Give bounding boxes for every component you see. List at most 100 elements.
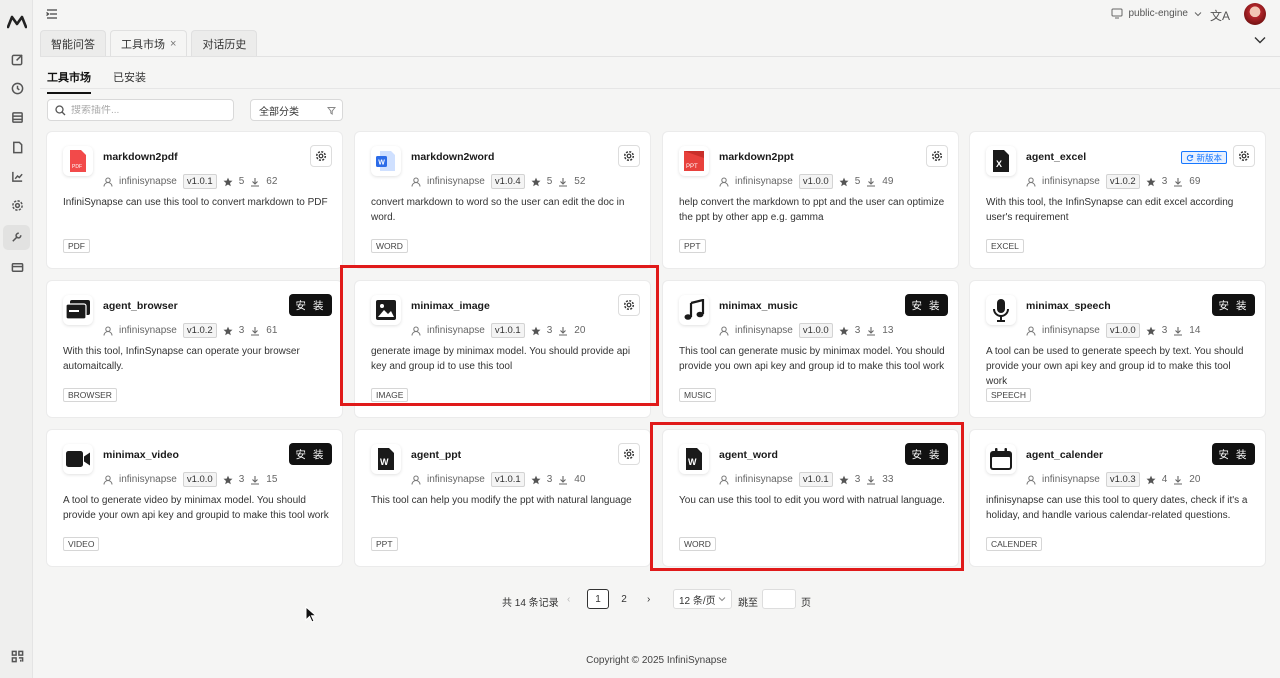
install-button[interactable]: 安 装 — [1212, 443, 1255, 465]
version-badge: v1.0.1 — [182, 174, 217, 189]
version-badge: v1.0.2 — [182, 323, 217, 338]
subtab-installed[interactable]: 已安装 — [113, 69, 146, 94]
tool-name: minimax_speech — [1026, 300, 1111, 312]
page-2-button[interactable]: 2 — [613, 589, 635, 609]
install-button[interactable]: 安 装 — [289, 294, 332, 316]
tab-chat[interactable]: 智能问答 — [40, 30, 106, 56]
avatar[interactable] — [1244, 3, 1266, 25]
page-1-button[interactable]: 1 — [587, 589, 609, 609]
subtab-tool-market[interactable]: 工具市场 — [47, 69, 91, 94]
tool-name: minimax_music — [719, 300, 798, 312]
prev-page-button[interactable]: ‹ — [567, 594, 570, 605]
category-select[interactable]: 全部分类 — [250, 99, 343, 121]
tool-meta: infinisynapse v1.0.2 3 69 — [1026, 174, 1200, 189]
settings-button[interactable] — [618, 145, 640, 167]
tool-name: agent_excel — [1026, 151, 1087, 163]
highlight-box — [340, 265, 659, 406]
search-input[interactable] — [71, 104, 221, 116]
tool-card[interactable]: W markdown2word infinisynapse v1.0.4 5 5… — [354, 131, 651, 269]
tool-tag: WORD — [371, 239, 408, 253]
database-icon[interactable] — [9, 109, 25, 125]
star-icon — [223, 326, 233, 335]
tool-card[interactable]: agent_calender 安 装 infinisynapse v1.0.3 … — [969, 429, 1266, 567]
new-version-badge[interactable]: 新版本 — [1181, 151, 1227, 164]
jump-label: 跳至 — [738, 598, 758, 609]
history-icon[interactable] — [9, 80, 25, 96]
settings-icon[interactable] — [9, 197, 25, 213]
tool-tag: EXCEL — [986, 239, 1024, 253]
install-button[interactable]: 安 装 — [289, 443, 332, 465]
gear-icon — [315, 150, 327, 162]
tool-card[interactable]: minimax_music 安 装 infinisynapse v1.0.0 3… — [662, 280, 959, 418]
download-icon — [867, 326, 876, 336]
engine-selector[interactable]: public-engine — [1111, 8, 1203, 19]
download-count: 40 — [574, 474, 586, 485]
billing-card-icon[interactable] — [9, 259, 25, 275]
tool-meta: infinisynapse v1.0.1 3 40 — [411, 472, 585, 487]
tool-card[interactable]: PPT markdown2ppt infinisynapse v1.0.0 5 … — [662, 131, 959, 269]
download-count: 61 — [266, 325, 278, 336]
new-chat-icon[interactable] — [9, 51, 25, 67]
version-badge: v1.0.0 — [1105, 323, 1140, 338]
download-count: 52 — [574, 176, 586, 187]
settings-button[interactable] — [310, 145, 332, 167]
collapse-sidebar-icon[interactable] — [45, 7, 59, 21]
tool-description: With this tool, the InfinSynapse can edi… — [986, 197, 1234, 223]
author: infinisynapse — [735, 325, 793, 336]
language-switch-icon[interactable]: 文A — [1210, 7, 1230, 24]
settings-button[interactable] — [618, 443, 640, 465]
tool-tag: PPT — [679, 239, 706, 253]
tool-description: A tool can be used to generate speech by… — [986, 346, 1244, 387]
user-icon — [103, 177, 113, 187]
star-count: 3 — [238, 474, 245, 485]
star-count: 4 — [1161, 474, 1168, 485]
download-count: 20 — [1189, 474, 1201, 485]
tool-tag: SPEECH — [986, 388, 1031, 402]
download-icon — [559, 177, 568, 187]
chevron-down-icon[interactable] — [1254, 34, 1266, 46]
author: infinisynapse — [1042, 325, 1100, 336]
install-button[interactable]: 安 装 — [1212, 294, 1255, 316]
user-icon — [1026, 326, 1036, 336]
star-icon — [1146, 326, 1156, 335]
browser-icon — [63, 295, 93, 325]
search-box[interactable] — [47, 99, 234, 121]
download-count: 13 — [882, 325, 894, 336]
download-icon — [1174, 475, 1183, 485]
tool-card[interactable]: minimax_speech 安 装 infinisynapse v1.0.0 … — [969, 280, 1266, 418]
jump-page-input[interactable] — [762, 589, 796, 609]
tool-meta: infinisynapse v1.0.3 4 20 — [1026, 472, 1200, 487]
page-size-select[interactable]: 12 条/页 — [673, 589, 732, 609]
document-icon[interactable] — [9, 139, 25, 155]
settings-button[interactable] — [926, 145, 948, 167]
tool-card[interactable]: PDF markdown2pdf infinisynapse v1.0.1 5 … — [46, 131, 343, 269]
svg-text:PPT: PPT — [686, 164, 698, 170]
star-icon — [223, 475, 233, 484]
settings-button[interactable] — [1233, 145, 1255, 167]
version-badge: v1.0.4 — [490, 174, 525, 189]
tools-icon[interactable] — [3, 225, 30, 250]
close-tab-icon[interactable]: × — [170, 38, 176, 50]
version-badge: v1.0.0 — [182, 472, 217, 487]
install-button[interactable]: 安 装 — [905, 294, 948, 316]
music-icon — [679, 295, 709, 325]
tool-card[interactable]: X agent_excel 新版本 infinisynapse v1.0.2 3… — [969, 131, 1266, 269]
version-badge: v1.0.1 — [490, 472, 525, 487]
star-count: 3 — [1161, 176, 1168, 187]
word-doc-icon: W — [371, 146, 401, 176]
tool-name: markdown2pdf — [103, 151, 178, 163]
tab-tool-market[interactable]: 工具市场 × — [110, 30, 188, 56]
tab-history[interactable]: 对话历史 — [191, 30, 258, 56]
tool-description: InfiniSynapse can use this tool to conve… — [63, 197, 328, 208]
svg-text:X: X — [996, 159, 1002, 169]
version-badge: v1.0.0 — [798, 174, 833, 189]
search-icon — [55, 104, 66, 115]
tool-card[interactable]: agent_browser 安 装 infinisynapse v1.0.2 3… — [46, 280, 343, 418]
tool-description: This tool can help you modify the ppt wi… — [371, 495, 632, 506]
chart-icon[interactable] — [9, 168, 25, 184]
tool-card[interactable]: W agent_ppt infinisynapse v1.0.1 3 40 Th… — [354, 429, 651, 567]
tool-card[interactable]: minimax_video 安 装 infinisynapse v1.0.0 3… — [46, 429, 343, 567]
next-page-button[interactable]: › — [647, 594, 650, 605]
app-logo-icon[interactable] — [7, 14, 27, 30]
chevron-down-icon — [1194, 11, 1202, 16]
